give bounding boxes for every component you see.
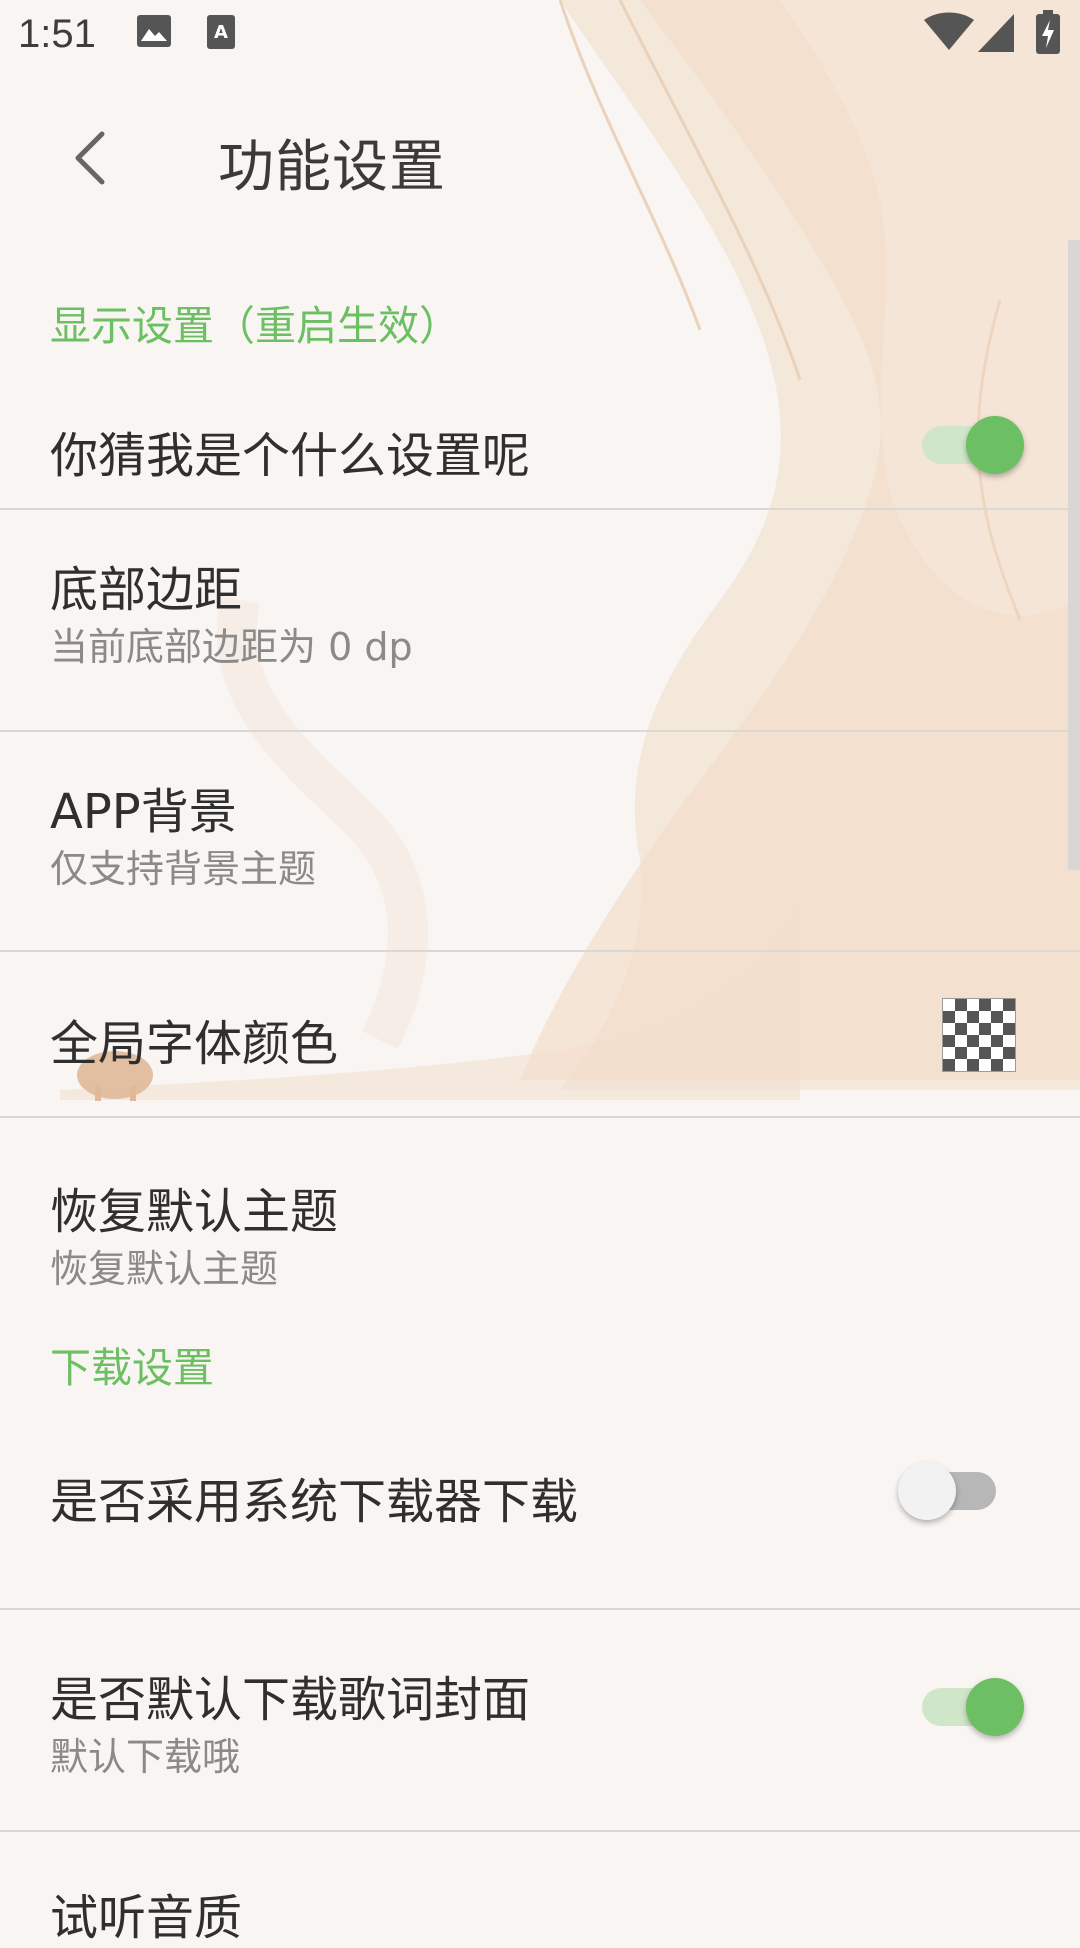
setting-title: APP背景 bbox=[50, 784, 237, 840]
setting-system-downloader-row[interactable]: 是否采用系统下载器下载 bbox=[0, 1412, 1080, 1602]
setting-preview-quality-row[interactable]: 试听音质 bbox=[0, 1832, 1080, 1946]
toggle-thumb bbox=[966, 416, 1024, 474]
status-time: 1:51 bbox=[18, 12, 96, 56]
section-header-label: 显示设置（重启生效） bbox=[50, 302, 460, 350]
back-button[interactable] bbox=[56, 120, 132, 196]
setting-title: 是否默认下载歌词封面 bbox=[50, 1672, 531, 1728]
setting-title: 底部边距 bbox=[50, 562, 243, 618]
setting-subtitle: 默认下载哦 bbox=[50, 1735, 241, 1779]
system-downloader-toggle[interactable] bbox=[898, 1458, 1008, 1520]
guess-setting-toggle[interactable] bbox=[910, 412, 1024, 474]
toggle-thumb bbox=[966, 1678, 1024, 1736]
setting-download-lyrics-cover-row[interactable]: 是否默认下载歌词封面 默认下载哦 bbox=[0, 1610, 1080, 1830]
setting-global-font-color-row[interactable]: 全局字体颜色 bbox=[0, 952, 1080, 1116]
setting-title: 全局字体颜色 bbox=[50, 1016, 339, 1072]
svg-text:A: A bbox=[214, 22, 228, 43]
status-bar: 1:51 A bbox=[0, 0, 1080, 72]
font-color-swatch[interactable] bbox=[942, 998, 1016, 1072]
setting-app-background-row[interactable]: APP背景 仅支持背景主题 bbox=[0, 732, 1080, 952]
setting-title: 你猜我是个什么设置呢 bbox=[50, 428, 531, 484]
toolbar: 功能设置 bbox=[0, 80, 1080, 236]
setting-subtitle: 当前底部边距为 0 dp bbox=[50, 625, 413, 669]
setting-subtitle: 恢复默认主题 bbox=[50, 1247, 279, 1291]
chevron-left-icon bbox=[75, 131, 105, 185]
font-icon: A bbox=[207, 15, 235, 49]
toggle-thumb bbox=[898, 1462, 956, 1520]
setting-bottom-margin-row[interactable]: 底部边距 当前底部边距为 0 dp bbox=[0, 510, 1080, 730]
setting-subtitle: 仅支持背景主题 bbox=[50, 847, 317, 891]
setting-title: 是否采用系统下载器下载 bbox=[50, 1474, 579, 1530]
setting-title: 恢复默认主题 bbox=[50, 1184, 339, 1240]
signal-icon bbox=[978, 14, 1014, 52]
scrollbar[interactable] bbox=[1068, 240, 1080, 870]
setting-title: 试听音质 bbox=[50, 1890, 243, 1946]
battery-charging-icon bbox=[1036, 10, 1060, 54]
image-icon bbox=[137, 15, 171, 47]
page-title: 功能设置 bbox=[218, 135, 446, 200]
download-lyrics-cover-toggle[interactable] bbox=[910, 1674, 1024, 1736]
setting-restore-theme-row[interactable]: 恢复默认主题 恢复默认主题 bbox=[0, 1118, 1080, 1318]
setting-guess-switch-row[interactable]: 你猜我是个什么设置呢 bbox=[0, 362, 1080, 522]
wifi-icon bbox=[924, 12, 974, 50]
section-header-label: 下载设置 bbox=[50, 1344, 214, 1392]
